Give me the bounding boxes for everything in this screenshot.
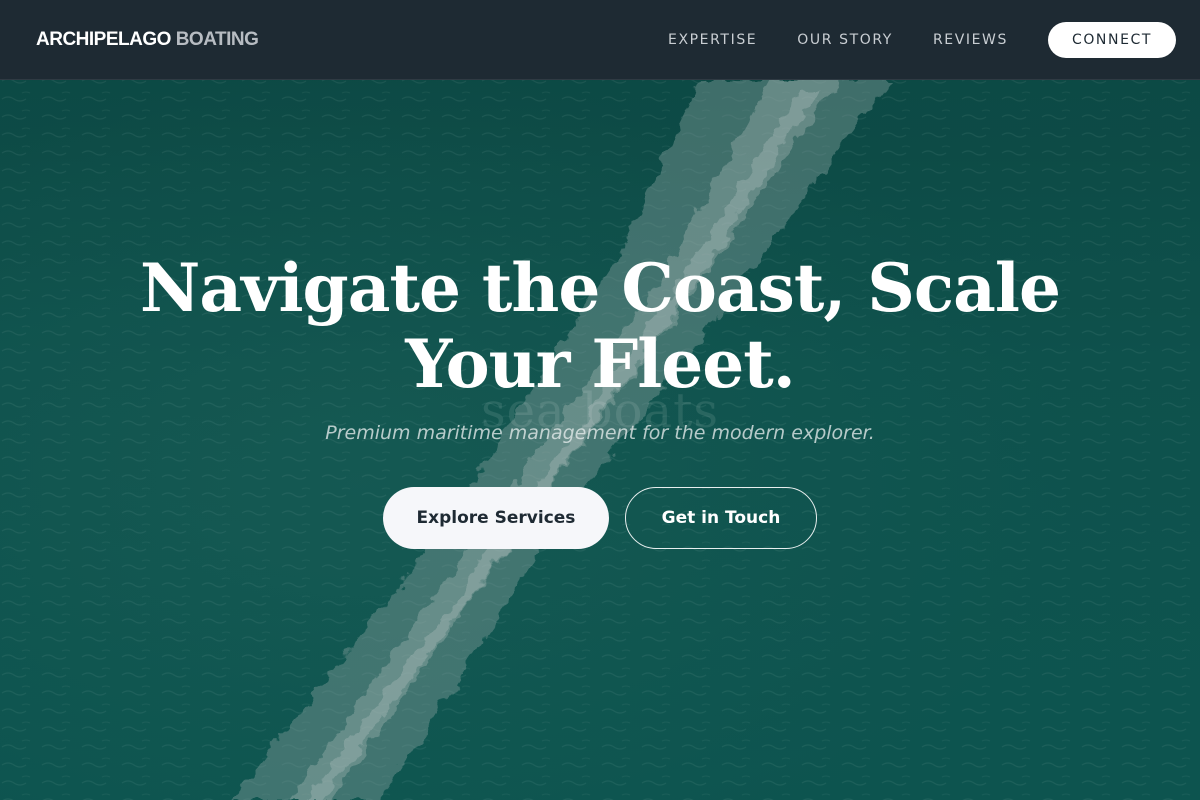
hero-subtitle: Premium maritime management for the mode… xyxy=(325,422,875,444)
hero-section: Navigate the Coast, Scale Your Fleet. se… xyxy=(0,80,1200,800)
site-header: ARCHIPELAGO BOATING EXPERTISE OUR STORY … xyxy=(0,0,1200,80)
hero-title-line-1: Navigate the Coast, Scale xyxy=(140,249,1061,327)
explore-services-button[interactable]: Explore Services xyxy=(383,487,609,549)
connect-button[interactable]: CONNECT xyxy=(1048,21,1176,58)
nav-link-reviews[interactable]: REVIEWS xyxy=(933,32,1008,48)
brand-name: ARCHIPELAGO xyxy=(36,28,171,50)
brand-logo[interactable]: ARCHIPELAGO BOATING xyxy=(36,28,259,51)
main-nav: EXPERTISE OUR STORY REVIEWS CONNECT xyxy=(668,21,1176,58)
brand-suffix: BOATING xyxy=(175,28,259,50)
hero-title: Navigate the Coast, Scale Your Fleet. xyxy=(100,250,1100,402)
get-in-touch-button[interactable]: Get in Touch xyxy=(625,487,817,549)
hero-button-row: Explore Services Get in Touch xyxy=(0,487,1200,549)
nav-link-our-story[interactable]: OUR STORY xyxy=(797,32,893,48)
nav-link-expertise[interactable]: EXPERTISE xyxy=(668,32,757,48)
